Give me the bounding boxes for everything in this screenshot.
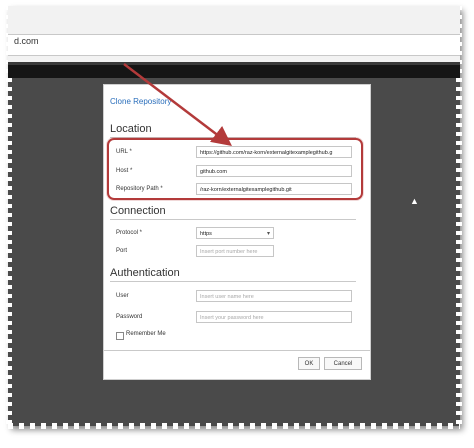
mouse-pointer-icon: ▲ xyxy=(410,196,419,206)
annotation-arrow xyxy=(123,63,232,147)
arrow-line xyxy=(123,63,232,147)
